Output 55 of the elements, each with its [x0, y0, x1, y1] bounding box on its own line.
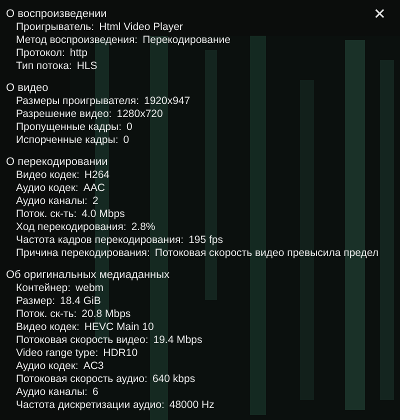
stat-label: Аудио кодек: [16, 360, 78, 373]
stat-value: 20.8 Mbps [82, 308, 131, 321]
stat-label: Аудио каналы: [16, 195, 88, 208]
stat-label: Потоковая скорость аудио: [16, 373, 148, 386]
stat-value: 48000 Hz [169, 399, 214, 412]
stat-value: 0 [126, 121, 132, 134]
section-title: О воспроизведении [6, 8, 107, 21]
stat-label: Аудио кодек: [16, 182, 78, 195]
stat-value: 6 [92, 386, 98, 399]
stat-value: AC3 [83, 360, 104, 373]
stat-label: Разрешение видео: [16, 108, 112, 121]
stat-value: Потоковая скорость видео превысила предел [154, 247, 379, 260]
section-title: О перекодировании [6, 156, 108, 169]
stat-value: 18.4 GiB [60, 295, 101, 308]
stat-value: 1280x720 [116, 108, 163, 121]
stat-label: Размер: [16, 295, 56, 308]
stat-label: Потоковая скорость видео: [16, 334, 148, 347]
section-title: Об оригинальных медиаданных [6, 269, 170, 282]
stat-label: Проигрыватель: [16, 21, 94, 34]
stat-label: Поток. ск-ть: [16, 308, 77, 321]
stat-label: Поток. ск-ть: [16, 208, 77, 221]
stat-value: HDR10 [103, 347, 138, 360]
stat-value: HEVC Main 10 [84, 321, 154, 334]
stat-value: 195 fps [188, 234, 224, 247]
stat-value: 4.0 Mbps [82, 208, 125, 221]
stat-label: Частота дискретизации аудио: [16, 399, 164, 412]
stat-label: Метод воспроизведения: [16, 34, 138, 47]
stat-value: Html Video Player [99, 21, 183, 34]
stat-label: Контейнер: [16, 282, 71, 295]
stat-value: http [70, 47, 88, 60]
stat-value: 0 [123, 134, 130, 147]
close-button[interactable]: ✕ [369, 5, 390, 24]
stat-label: Ход перекодирования: [16, 221, 126, 234]
stat-label: Видео кодек: [16, 169, 80, 182]
stat-value: HLS [76, 60, 98, 73]
stat-label: Протокол: [16, 47, 65, 60]
stat-value: 1920x947 [144, 95, 190, 108]
section-title: О видео [6, 82, 48, 95]
stat-value: AAC [83, 182, 105, 195]
stat-value: Перекодирование [142, 34, 230, 47]
stat-label: Испорченные кадры: [16, 134, 118, 147]
stat-label: Размеры проигрывателя: [16, 95, 139, 108]
stat-label: Тип потока: [16, 60, 72, 73]
stat-label: Аудио каналы: [16, 386, 88, 399]
stat-label: Видео кодек: [16, 321, 80, 334]
stat-value: 2 [92, 195, 98, 208]
stat-value: 19.4 Mbps [153, 334, 202, 347]
stat-label: Частота кадров перекодирования: [16, 234, 184, 247]
stat-label: Причина перекодирования: [16, 247, 150, 260]
stat-label: Video range type: [16, 347, 98, 360]
stat-value: 2.8% [131, 221, 156, 234]
stat-value: 640 kbps [152, 373, 196, 386]
stat-value: webm [76, 282, 104, 295]
stat-label: Пропущенные кадры: [16, 121, 122, 134]
stat-value: H264 [84, 169, 110, 182]
